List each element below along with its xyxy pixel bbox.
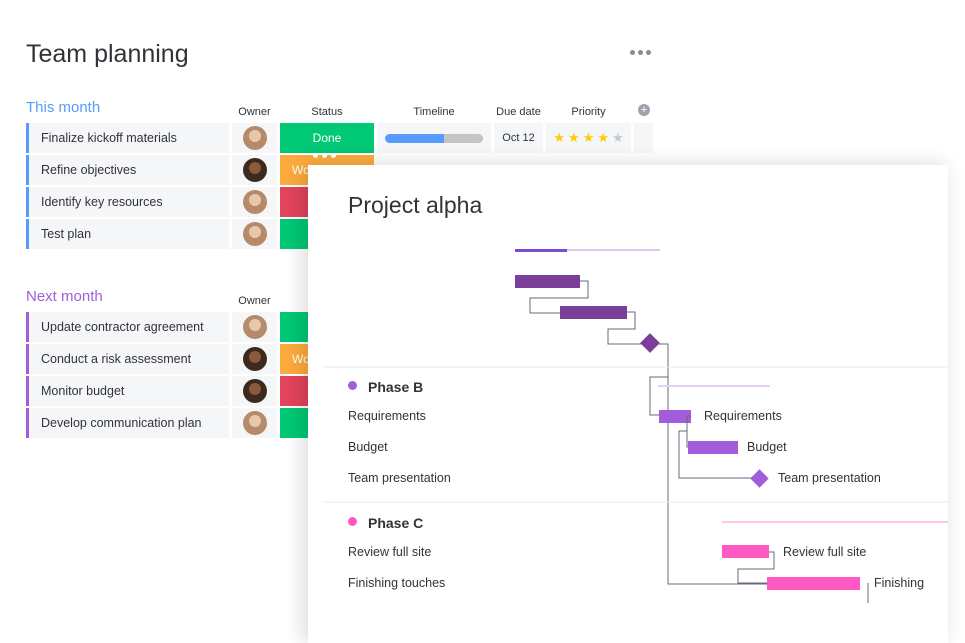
priority-rating[interactable]: ★ ★ ★ ★ ★ xyxy=(546,123,631,153)
dependency-line xyxy=(649,376,668,416)
drag-handle-icon[interactable] xyxy=(313,153,336,158)
star-icon[interactable]: ★ xyxy=(568,130,580,146)
gantt-bar-label: Team presentation xyxy=(778,471,881,485)
column-header-priority: Priority xyxy=(571,106,606,118)
group-title-next-month[interactable]: Next month xyxy=(26,288,103,305)
gantt-bar-label: Requirements xyxy=(704,409,782,423)
avatar xyxy=(242,126,267,150)
timeline-bar xyxy=(385,133,483,143)
dependency-line xyxy=(686,431,688,448)
owner-cell[interactable] xyxy=(232,123,277,153)
star-icon[interactable]: ★ xyxy=(553,130,565,146)
gantt-chart xyxy=(323,249,948,603)
group-title-this-month[interactable]: This month xyxy=(26,99,100,116)
avatar xyxy=(242,190,267,214)
timeline-cell[interactable] xyxy=(377,123,491,153)
gantt-bar-a2 xyxy=(560,306,627,319)
item-name[interactable]: Monitor budget xyxy=(26,376,229,406)
column-header-owner: Owner xyxy=(238,106,271,118)
gantt-task-label[interactable]: Budget xyxy=(348,440,388,454)
gantt-task-label[interactable]: Review full site xyxy=(348,545,431,559)
phase-c-dot xyxy=(348,517,357,526)
item-name[interactable]: Test plan xyxy=(26,219,229,249)
extra-cell xyxy=(634,123,653,153)
phase-c-summary-track xyxy=(722,521,948,523)
owner-cell[interactable] xyxy=(232,312,277,342)
item-name[interactable]: Conduct a risk assessment xyxy=(26,344,229,374)
owner-cell[interactable] xyxy=(232,187,277,217)
phase-c-title[interactable]: Phase C xyxy=(368,515,423,531)
owner-cell[interactable] xyxy=(232,344,277,374)
star-icon[interactable]: ★ xyxy=(597,130,609,146)
item-name[interactable]: Update contractor agreement xyxy=(26,312,229,342)
avatar xyxy=(242,347,267,371)
gantt-bar-label: Budget xyxy=(747,440,787,454)
column-header-due-date: Due date xyxy=(496,106,541,118)
item-name[interactable]: Refine objectives xyxy=(26,155,229,185)
gantt-task-label[interactable]: Finishing touches xyxy=(348,576,445,590)
owner-cell[interactable] xyxy=(232,408,277,438)
avatar xyxy=(242,315,267,339)
item-name[interactable]: Finalize kickoff materials xyxy=(26,123,229,153)
star-icon[interactable]: ★ xyxy=(612,130,624,146)
gantt-bar-budget xyxy=(688,441,738,454)
avatar xyxy=(242,411,267,435)
gantt-bar-label: Review full site xyxy=(783,545,867,559)
gantt-bar-requirements xyxy=(659,410,691,423)
milestone-team-presentation xyxy=(750,469,769,488)
gantt-bar-review-full-site xyxy=(722,545,769,558)
more-dots-icon[interactable] xyxy=(630,50,651,55)
due-date-cell[interactable]: Oct 12 xyxy=(494,123,543,153)
gantt-bar-label: Finishing xyxy=(874,576,925,590)
owner-cell[interactable] xyxy=(232,376,277,406)
phase-b-dot xyxy=(348,381,357,390)
avatar xyxy=(242,379,267,403)
gantt-bar-a1 xyxy=(515,275,580,288)
owner-cell[interactable] xyxy=(232,219,277,249)
milestone-a xyxy=(640,333,660,353)
item-name[interactable]: Identify key resources xyxy=(26,187,229,217)
gantt-task-label[interactable]: Requirements xyxy=(348,409,426,423)
column-header-timeline: Timeline xyxy=(413,106,455,118)
timeline-progress xyxy=(385,133,444,143)
plus-icon[interactable]: + xyxy=(638,104,650,116)
page-title: Team planning xyxy=(26,40,189,68)
gantt-bar-finishing xyxy=(767,577,860,590)
star-icon[interactable]: ★ xyxy=(583,130,595,146)
item-name[interactable]: Develop communication plan xyxy=(26,408,229,438)
avatar xyxy=(242,222,267,246)
status-cell[interactable]: Done xyxy=(280,123,374,153)
phase-a-summary-progress xyxy=(515,249,567,252)
gantt-task-label[interactable]: Team presentation xyxy=(348,471,451,485)
avatar xyxy=(242,158,267,182)
owner-cell[interactable] xyxy=(232,155,277,185)
column-header-status: Status xyxy=(311,106,343,118)
phase-b-title[interactable]: Phase B xyxy=(368,379,423,395)
table-row[interactable]: Finalize kickoff materials Done Oct 12 ★… xyxy=(26,123,653,153)
column-header-owner: Owner xyxy=(238,295,271,307)
phase-b-summary-track xyxy=(658,385,770,387)
